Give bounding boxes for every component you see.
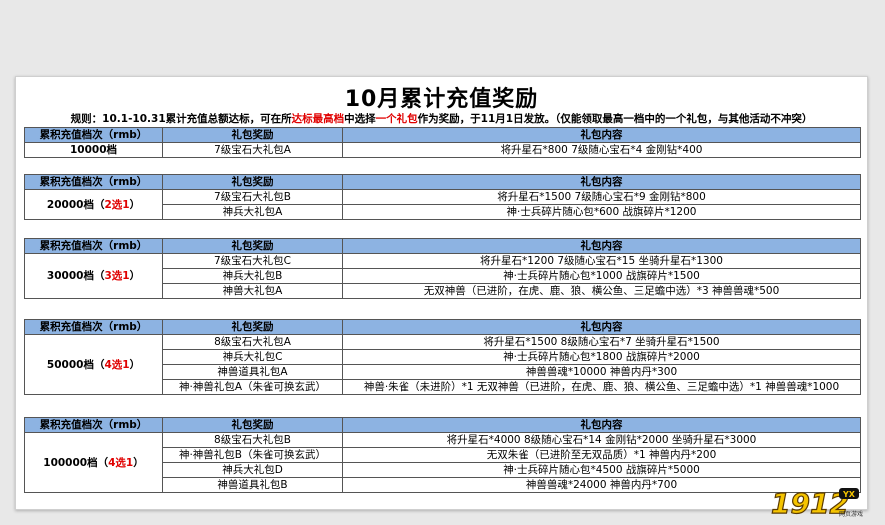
rules-text: 规则：10.1-10.31累计充值总额达标，可在所达标最高档中选择一个礼包作为奖… — [16, 111, 867, 126]
logo-subtitle: 网页游戏 — [839, 510, 863, 518]
pack-content: 神·士兵碎片随心包*4500 战旗碎片*5000 — [342, 462, 861, 478]
pack-name: 神兵大礼包D — [162, 462, 343, 478]
pack-content: 将升星石*1200 7级随心宝石*15 坐骑升星石*1300 — [342, 253, 861, 269]
pack-name: 神兵大礼包B — [162, 268, 343, 284]
header-content: 礼包内容 — [342, 238, 861, 254]
header-level: 累积充值档次（rmb） — [24, 319, 163, 335]
pack-content: 神兽·朱雀（未进阶）*1 无双神兽（已进阶，在虎、鹿、狼、横公鱼、三足蟾中选）*… — [342, 379, 861, 395]
tier-choice: 4选1 — [104, 358, 130, 371]
reward-document: 10月累计充值奖励 规则：10.1-10.31累计充值总额达标，可在所达标最高档… — [15, 76, 868, 510]
header-pack: 礼包奖励 — [162, 417, 343, 433]
tier-table: 累积充值档次（rmb） 礼包奖励 礼包内容 10000档 7级宝石大礼包A 将升… — [24, 127, 861, 158]
rules-part: 作为奖励，于11月1日发放。（仅能领取最高一档中的一个礼包，与其他活动不冲突） — [417, 113, 813, 125]
pack-content: 无双朱雀（已进阶至无双品质）*1 神兽内丹*200 — [342, 447, 861, 463]
pack-name: 神兽道具礼包B — [162, 477, 343, 493]
tier-level-label: 50000档（ — [46, 358, 105, 371]
pack-name: 8级宝石大礼包A — [162, 334, 343, 350]
pack-name: 7级宝石大礼包C — [162, 253, 343, 269]
tier-choice: 3选1 — [104, 270, 130, 282]
rules-highlight: 一个礼包 — [375, 113, 418, 125]
tier-level: 20000档（2选1） — [24, 189, 163, 220]
site-logo: 1912 YX 网页游戏 — [770, 486, 863, 520]
tier-level-label: 30000档（ — [46, 270, 105, 282]
tier-level-label: 20000档（ — [46, 198, 105, 211]
pack-name: 7级宝石大礼包B — [162, 189, 343, 205]
logo-number: 1912 — [771, 487, 849, 520]
pack-name: 8级宝石大礼包B — [162, 432, 343, 448]
header-level: 累积充值档次（rmb） — [24, 417, 163, 433]
pack-name: 神兽道具礼包A — [162, 364, 343, 380]
pack-content: 将升星石*4000 8级随心宝石*14 金刚钻*2000 坐骑升星石*3000 — [342, 432, 861, 448]
tier-table: 累积充值档次（rmb） 礼包奖励 礼包内容 100000档（4选1） 8级宝石大… — [24, 417, 861, 493]
pack-content: 神·士兵碎片随心包*1800 战旗碎片*2000 — [342, 349, 861, 365]
pack-content: 将升星石*1500 8级随心宝石*7 坐骑升星石*1500 — [342, 334, 861, 350]
pack-name: 神兵大礼包A — [162, 204, 343, 220]
header-pack: 礼包奖励 — [162, 127, 343, 143]
tier-level-label: ） — [129, 270, 141, 282]
tier-table: 累积充值档次（rmb） 礼包奖励 礼包内容 20000档（2选1） 7级宝石大礼… — [24, 174, 861, 220]
tier-level: 50000档（4选1） — [24, 334, 163, 395]
pack-content: 将升星石*1500 7级随心宝石*9 金刚钻*800 — [342, 189, 861, 205]
tier-level: 30000档（3选1） — [24, 253, 163, 299]
tier-level: 100000档（4选1） — [24, 432, 163, 493]
header-level: 累积充值档次（rmb） — [24, 127, 163, 143]
tier-level-label: ） — [129, 198, 141, 211]
rules-highlight: 达标最高档 — [291, 113, 345, 125]
header-level: 累积充值档次（rmb） — [24, 174, 163, 190]
tier-choice: 2选1 — [104, 198, 130, 211]
tier-table: 累积充值档次（rmb） 礼包奖励 礼包内容 30000档（3选1） 7级宝石大礼… — [24, 238, 861, 299]
header-pack: 礼包奖励 — [162, 238, 343, 254]
tier-table: 累积充值档次（rmb） 礼包奖励 礼包内容 50000档（4选1） 8级宝石大礼… — [24, 319, 861, 395]
tier-level-label: ） — [133, 456, 144, 469]
tier-level: 10000档 — [24, 142, 163, 158]
page-title: 10月累计充值奖励 — [344, 87, 539, 112]
header-level: 累积充值档次（rmb） — [24, 238, 163, 254]
pack-content: 神兽兽魂*10000 神兽内丹*300 — [342, 364, 861, 380]
tier-level-label: 10000档 — [69, 144, 118, 156]
rules-part: 中选择 — [344, 113, 376, 125]
logo-badge-text: YX — [842, 490, 856, 499]
header-content: 礼包内容 — [342, 174, 861, 190]
pack-content: 神·士兵碎片随心包*600 战旗碎片*1200 — [342, 204, 861, 220]
tier-choice: 4选1 — [108, 456, 134, 469]
pack-name: 神兵大礼包C — [162, 349, 343, 365]
pack-name: 7级宝石大礼包A — [162, 142, 343, 158]
tier-level-label: 100000档（ — [43, 456, 109, 469]
header-pack: 礼包奖励 — [162, 319, 343, 335]
header-content: 礼包内容 — [342, 417, 861, 433]
rules-part: 规则：10.1-10.31累计充值总额达标，可在所 — [70, 113, 292, 125]
header-content: 礼包内容 — [342, 127, 861, 143]
pack-name: 神·神兽礼包B（朱雀可换玄武） — [162, 447, 343, 463]
pack-content: 将升星石*800 7级随心宝石*4 金刚钻*400 — [342, 142, 861, 158]
pack-content: 神·士兵碎片随心包*1000 战旗碎片*1500 — [342, 268, 861, 284]
tier-level-label: ） — [129, 358, 141, 371]
pack-content: 无双神兽（已进阶，在虎、鹿、狼、横公鱼、三足蟾中选）*3 神兽兽魂*500 — [342, 283, 861, 299]
pack-name: 神兽大礼包A — [162, 283, 343, 299]
header-content: 礼包内容 — [342, 319, 861, 335]
pack-name: 神·神兽礼包A（朱雀可换玄武） — [162, 379, 343, 395]
header-pack: 礼包奖励 — [162, 174, 343, 190]
